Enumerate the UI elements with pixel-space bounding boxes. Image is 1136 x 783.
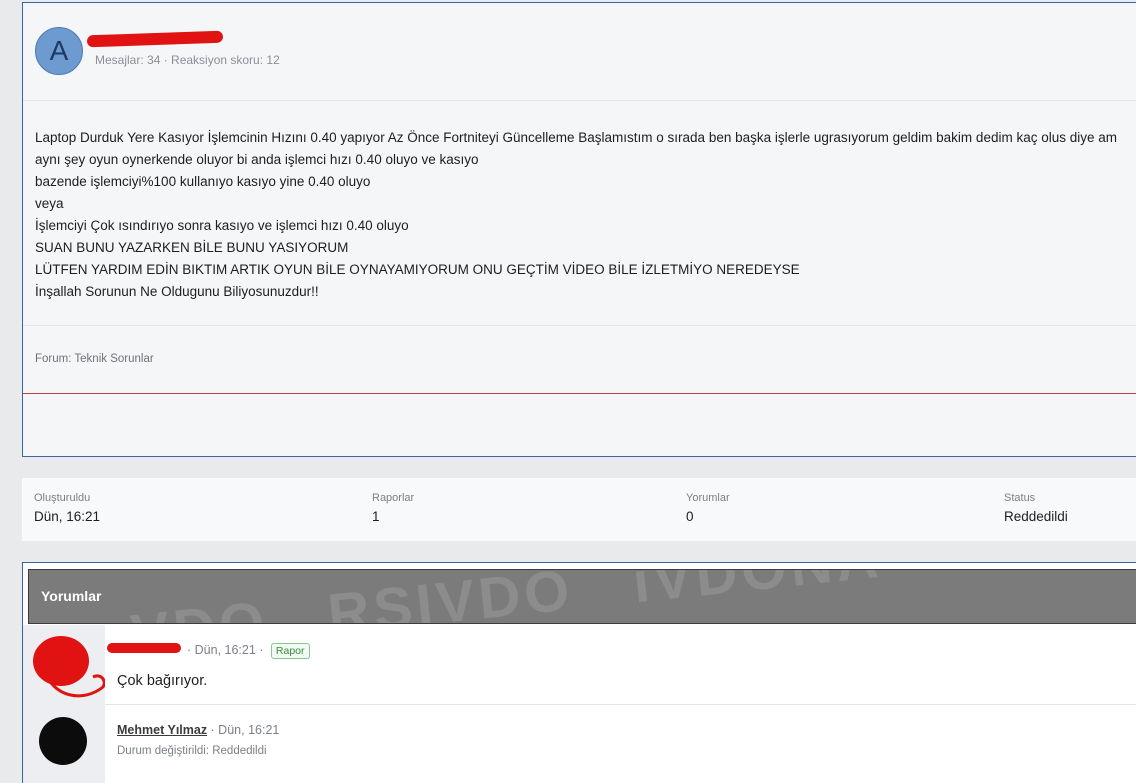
info-status: Status Reddedildi xyxy=(1004,492,1068,524)
post-line: Laptop Durduk Yere Kasıyor İşlemcinin Hı… xyxy=(35,130,1117,145)
info-reports-value[interactable]: 1 xyxy=(372,509,414,524)
info-status-label: Status xyxy=(1004,492,1036,504)
post-body: Laptop Durduk Yere Kasıyor İşlemcinin Hı… xyxy=(35,127,1136,303)
post-line: SUAN BUNU YAZARKEN BİLE BUNU YASIYORUM xyxy=(35,240,349,255)
redacted-avatar-icon xyxy=(33,636,106,698)
comments-card: ıVDO RSIVDO ıVDONA Yorumlar · Dün, 16:21… xyxy=(22,562,1136,783)
post-line: bazende işlemciyi%100 kullanıyo kasıyo y… xyxy=(35,174,371,189)
watermark-logo: ıVDO RSIVDO ıVDONA xyxy=(108,570,885,623)
info-created: Oluşturuldu Dün, 16:21 xyxy=(34,492,100,524)
redacted-username xyxy=(107,643,181,653)
post-line: İşlemciyi Çok ısındırıyo sonra kasıyo ve… xyxy=(35,218,409,233)
comment-item: · Dün, 16:21 · Rapor Çok bağırıyor. xyxy=(23,625,1136,705)
comment-timestamp[interactable]: · Dün, 16:21 xyxy=(207,723,280,737)
info-reports: Raporlar 1 xyxy=(372,492,414,524)
user-avatar[interactable] xyxy=(39,717,87,765)
post-line: veya xyxy=(35,196,64,211)
post-header: A Mesajlar: 34 · Reaksiyon skoru: 12 xyxy=(23,3,1136,101)
user-stats: Mesajlar: 34 · Reaksiyon skoru: 12 xyxy=(95,53,280,67)
comment-avatar-column xyxy=(23,705,105,783)
info-comments-value: 0 xyxy=(686,509,694,524)
redacted-username xyxy=(86,30,224,48)
comment-text: Çok bağırıyor. xyxy=(117,673,208,689)
comment-timestamp[interactable]: · Dün, 16:21 · xyxy=(187,643,263,657)
info-comments: Yorumlar 0 xyxy=(686,492,730,524)
comment-meta: Mehmet Yılmaz · Dün, 16:21 xyxy=(117,723,279,737)
info-created-value: Dün, 16:21 xyxy=(34,509,101,524)
comment-username[interactable]: Mehmet Yılmaz xyxy=(117,723,207,737)
report-info-bar: Oluşturuldu Dün, 16:21 Raporlar 1 Yoruml… xyxy=(22,478,1136,541)
divider-red xyxy=(23,393,1136,394)
comments-title: Yorumlar xyxy=(41,588,102,604)
info-reports-label: Raporlar xyxy=(372,492,415,504)
user-avatar[interactable]: A xyxy=(35,27,83,75)
info-comments-label: Yorumlar xyxy=(686,492,730,504)
divider xyxy=(23,325,1136,326)
comment-item: Mehmet Yılmaz · Dün, 16:21 Durum değişti… xyxy=(23,705,1136,783)
report-badge: Rapor xyxy=(270,643,310,659)
post-line: LÜTFEN YARDIM EDİN BIKTIM ARTIK OYUN BİL… xyxy=(35,262,800,277)
comment-meta: · Dün, 16:21 · Rapor xyxy=(187,643,310,659)
status-change-text: Durum değiştirildi: Reddedildi xyxy=(117,745,267,757)
forum-link[interactable]: Forum: Teknik Sorunlar xyxy=(35,353,154,365)
post-line: aynı şey oyun oynerkende oluyor bi anda … xyxy=(35,152,479,167)
info-status-value: Reddedildi xyxy=(1004,509,1068,524)
info-created-label: Oluşturuldu xyxy=(34,492,91,504)
comments-header: ıVDO RSIVDO ıVDONA Yorumlar xyxy=(28,569,1136,624)
comment-avatar-column xyxy=(23,625,106,705)
report-post-card: A Mesajlar: 34 · Reaksiyon skoru: 12 Lap… xyxy=(22,2,1136,457)
post-line: İnşallah Sorunun Ne Oldugunu Biliyosunuz… xyxy=(35,284,319,299)
